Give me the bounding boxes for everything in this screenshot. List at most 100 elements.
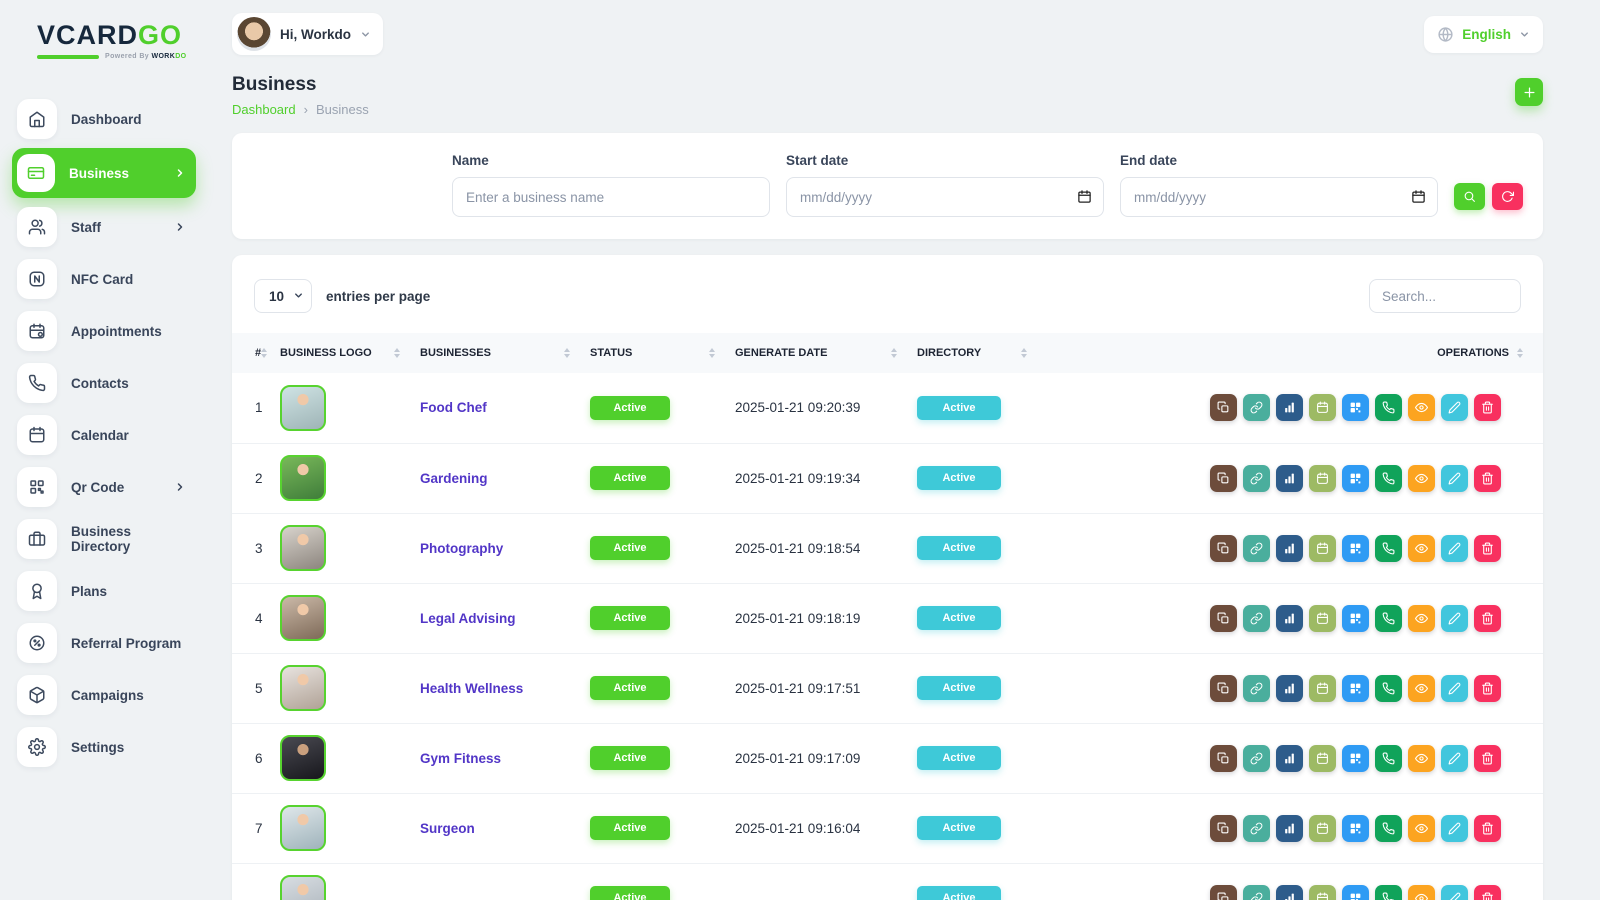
breadcrumb-dashboard[interactable]: Dashboard [232,102,296,117]
contact-button[interactable] [1375,605,1402,632]
contact-button[interactable] [1375,675,1402,702]
appointment-button[interactable] [1309,605,1336,632]
appointment-button[interactable] [1309,815,1336,842]
entries-per-page-select[interactable]: 10 [254,279,312,313]
delete-button[interactable] [1474,605,1501,632]
preview-button[interactable] [1408,535,1435,562]
appointment-button[interactable] [1309,745,1336,772]
preview-button[interactable] [1408,885,1435,900]
contact-button[interactable] [1375,815,1402,842]
reset-button[interactable] [1492,183,1523,210]
duplicate-button[interactable] [1210,465,1237,492]
sidebar-item-campaigns[interactable]: Campaigns [12,672,196,718]
business-name-link[interactable]: Surgeon [420,821,475,836]
analytics-button[interactable] [1276,535,1303,562]
appointment-button[interactable] [1309,885,1336,900]
sidebar-item-appointments[interactable]: Appointments [12,308,196,354]
preview-button[interactable] [1408,394,1435,421]
preview-button[interactable] [1408,465,1435,492]
contact-button[interactable] [1375,745,1402,772]
appointment-button[interactable] [1309,465,1336,492]
duplicate-button[interactable] [1210,535,1237,562]
sort-icon[interactable] [709,348,715,358]
duplicate-button[interactable] [1210,745,1237,772]
delete-button[interactable] [1474,885,1501,900]
delete-button[interactable] [1474,815,1501,842]
sort-icon[interactable] [261,348,267,358]
edit-button[interactable] [1441,535,1468,562]
sidebar-item-staff[interactable]: Staff [12,204,196,250]
column-header-generate-date[interactable]: GENERATE DATE [735,333,917,373]
analytics-button[interactable] [1276,465,1303,492]
sidebar-item-business-directory[interactable]: Business Directory [12,516,196,562]
sort-icon[interactable] [394,348,400,358]
preview-button[interactable] [1408,605,1435,632]
edit-button[interactable] [1441,465,1468,492]
duplicate-button[interactable] [1210,394,1237,421]
edit-button[interactable] [1441,745,1468,772]
search-button[interactable] [1454,183,1485,210]
sidebar-item-settings[interactable]: Settings [12,724,196,770]
qr-code-button[interactable] [1342,815,1369,842]
edit-button[interactable] [1441,885,1468,900]
analytics-button[interactable] [1276,605,1303,632]
business-name-link[interactable]: Photography [420,541,503,556]
appointment-button[interactable] [1309,675,1336,702]
column-header-businesses[interactable]: BUSINESSES [420,333,590,373]
sort-icon[interactable] [1517,348,1523,358]
edit-button[interactable] [1441,605,1468,632]
sidebar-item-referral-program[interactable]: Referral Program [12,620,196,666]
sort-icon[interactable] [891,348,897,358]
link-button[interactable] [1243,675,1270,702]
duplicate-button[interactable] [1210,675,1237,702]
duplicate-button[interactable] [1210,605,1237,632]
sidebar-item-plans[interactable]: Plans [12,568,196,614]
business-name-link[interactable]: Gardening [420,471,488,486]
appointment-button[interactable] [1309,535,1336,562]
edit-button[interactable] [1441,815,1468,842]
duplicate-button[interactable] [1210,815,1237,842]
delete-button[interactable] [1474,675,1501,702]
user-menu[interactable]: Hi, Workdo [232,13,383,55]
contact-button[interactable] [1375,465,1402,492]
analytics-button[interactable] [1276,885,1303,900]
start-date-input[interactable] [786,177,1104,217]
preview-button[interactable] [1408,745,1435,772]
preview-button[interactable] [1408,815,1435,842]
column-header-status[interactable]: STATUS [590,333,735,373]
edit-button[interactable] [1441,675,1468,702]
qr-code-button[interactable] [1342,675,1369,702]
link-button[interactable] [1243,465,1270,492]
contact-button[interactable] [1375,885,1402,900]
sidebar-item-calendar[interactable]: Calendar [12,412,196,458]
analytics-button[interactable] [1276,675,1303,702]
table-search-input[interactable] [1369,279,1521,313]
brand-logo[interactable]: VCARDGO Powered By WORKDO [0,12,210,74]
appointment-button[interactable] [1309,394,1336,421]
end-date-input[interactable] [1120,177,1438,217]
delete-button[interactable] [1474,745,1501,772]
column-header-directory[interactable]: DIRECTORY [917,333,1047,373]
add-business-button[interactable] [1515,78,1543,106]
sort-icon[interactable] [564,348,570,358]
preview-button[interactable] [1408,675,1435,702]
duplicate-button[interactable] [1210,885,1237,900]
business-name-link[interactable]: Legal Advising [420,611,516,626]
edit-button[interactable] [1441,394,1468,421]
delete-button[interactable] [1474,535,1501,562]
link-button[interactable] [1243,815,1270,842]
delete-button[interactable] [1474,394,1501,421]
qr-code-button[interactable] [1342,535,1369,562]
analytics-button[interactable] [1276,745,1303,772]
link-button[interactable] [1243,535,1270,562]
contact-button[interactable] [1375,394,1402,421]
qr-code-button[interactable] [1342,605,1369,632]
business-name-link[interactable]: Health Wellness [420,681,523,696]
sidebar-item-nfc-card[interactable]: NFC Card [12,256,196,302]
column-header-[interactable]: # [232,333,280,373]
delete-button[interactable] [1474,465,1501,492]
sidebar-item-dashboard[interactable]: Dashboard [12,96,196,142]
sidebar-item-business[interactable]: Business [12,148,196,198]
qr-code-button[interactable] [1342,394,1369,421]
qr-code-button[interactable] [1342,885,1369,900]
